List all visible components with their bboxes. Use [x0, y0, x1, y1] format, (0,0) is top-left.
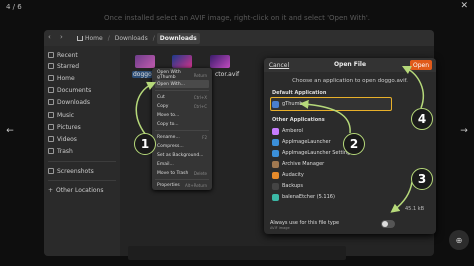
step-2-badge: 2: [343, 133, 365, 155]
instruction-arrows: [135, 65, 425, 213]
arrow-step-1: [135, 81, 157, 136]
zoom-icon[interactable]: ⊕: [449, 230, 469, 250]
step-1-badge: 1: [134, 133, 156, 155]
thumbnail-strip: [128, 246, 346, 260]
arrow-step-4: [401, 65, 425, 109]
step-4-badge: 4: [411, 108, 433, 130]
arrow-step-2: [299, 99, 351, 134]
arrow-step-3: [390, 181, 413, 213]
step-3-badge: 3: [411, 168, 433, 190]
